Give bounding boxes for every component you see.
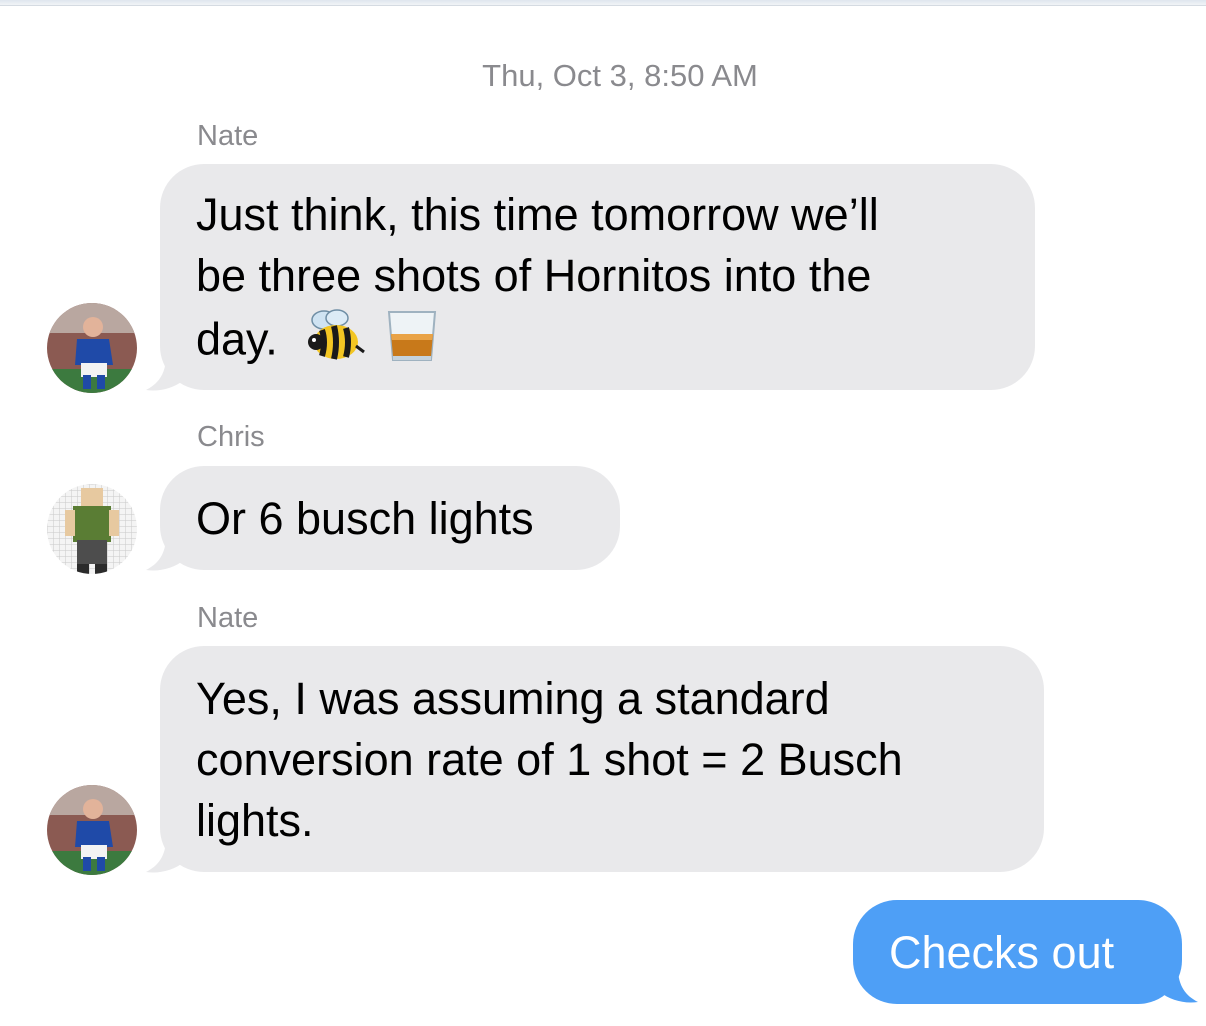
bubble-tail bbox=[146, 536, 184, 571]
message-line: lights. bbox=[196, 795, 314, 846]
sender-name: Nate bbox=[197, 602, 259, 634]
message-line: Yes, I was assuming a standard bbox=[196, 673, 830, 724]
avatar[interactable] bbox=[47, 785, 137, 875]
avatar-photo bbox=[47, 785, 137, 875]
message-line: conversion rate of 1 shot = 2 Busch bbox=[196, 734, 903, 785]
bubble-tail bbox=[146, 356, 184, 391]
message-bubble[interactable]: Just think, this time tomorrow we’ll be … bbox=[160, 164, 1035, 390]
avatar-photo bbox=[47, 303, 137, 393]
message-text: Checks out bbox=[889, 927, 1115, 978]
message-line: be three shots of Hornitos into the bbox=[196, 250, 872, 301]
bee-icon bbox=[304, 306, 366, 379]
tumbler-glass-icon bbox=[383, 306, 441, 379]
message-line-text: day. bbox=[196, 313, 278, 365]
bubble-tail-outgoing bbox=[1160, 968, 1198, 1003]
message-line: day. bbox=[196, 306, 999, 379]
avatar[interactable] bbox=[47, 484, 137, 574]
bubble-tail bbox=[146, 838, 184, 873]
conversation-timestamp: Thu, Oct 3, 8:50 AM bbox=[482, 58, 758, 93]
message-text: Or 6 busch lights bbox=[196, 493, 534, 544]
avatar[interactable] bbox=[47, 303, 137, 393]
window-top-edge bbox=[0, 0, 1206, 6]
message-line: Just think, this time tomorrow we’ll bbox=[196, 189, 879, 240]
message-bubble-outgoing[interactable]: Checks out bbox=[853, 900, 1182, 1004]
message-bubble[interactable]: Yes, I was assuming a standard conversio… bbox=[160, 646, 1044, 872]
message-bubble[interactable]: Or 6 busch lights bbox=[160, 466, 620, 570]
sender-name: Nate bbox=[197, 120, 259, 152]
avatar-pixel-art bbox=[47, 484, 137, 574]
sender-name: Chris bbox=[197, 421, 265, 453]
